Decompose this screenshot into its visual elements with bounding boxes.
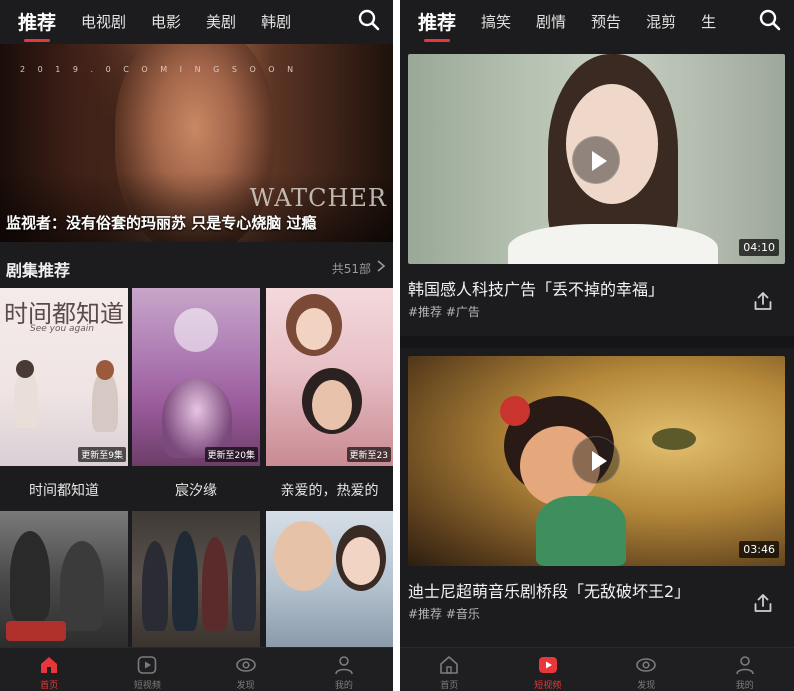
nav-discover[interactable]: 发现 xyxy=(197,648,295,691)
bottom-nav: 首页 短视频 发现 我的 xyxy=(400,647,794,691)
search-icon[interactable] xyxy=(758,8,782,32)
home-screen: 推荐 电视剧 电影 美剧 韩剧 2 0 1 9 . 0 C O M I N G … xyxy=(0,0,393,691)
series-poster[interactable]: 时间都知道 See you again 更新至9集 xyxy=(0,288,128,466)
poster-figure xyxy=(296,308,332,350)
hero-coming-soon-text: 2 0 1 9 . 0 C O M I N G S O O N xyxy=(20,65,299,74)
home-icon xyxy=(440,656,459,674)
hero-watcher-logo: WATCHER xyxy=(249,184,387,212)
tab-recommend[interactable]: 推荐 xyxy=(418,8,456,42)
nav-label: 我的 xyxy=(735,681,754,691)
nav-label: 短视频 xyxy=(534,681,562,691)
video-thumbnail-figure xyxy=(536,496,626,566)
poster-subtitle-art: See you again xyxy=(30,324,94,334)
series-poster[interactable]: 更新至20集 xyxy=(132,288,260,466)
poster-caption: 亲爱的，热爱的 xyxy=(280,483,379,499)
short-video-screen: 推荐 搞笑 剧情 预告 混剪 生 04:10 韩国感人科技广告「丢不掉的幸福」 … xyxy=(400,0,794,691)
nav-home[interactable]: 首页 xyxy=(0,648,98,691)
video-duration: 03:46 xyxy=(739,541,779,558)
poster-moon xyxy=(174,308,218,352)
poster-figure xyxy=(202,537,228,631)
screen-divider xyxy=(393,0,400,691)
poster-update-badge: 更新至9集 xyxy=(78,447,126,462)
poster-caption: 宸汐缘 xyxy=(175,483,217,499)
tab-movies[interactable]: 电影 xyxy=(151,11,181,32)
share-icon[interactable] xyxy=(752,290,774,312)
video-player[interactable]: 04:10 xyxy=(408,54,785,264)
tab-tv-series[interactable]: 电视剧 xyxy=(81,11,126,32)
nav-discover[interactable]: 发现 xyxy=(597,648,696,691)
video-thumbnail-figure xyxy=(500,396,530,426)
chevron-right-icon[interactable] xyxy=(375,259,387,273)
poster-figure xyxy=(312,380,352,430)
series-poster[interactable] xyxy=(132,511,260,647)
poster-figure xyxy=(10,531,50,621)
nav-short-video[interactable]: 短视频 xyxy=(98,648,196,691)
poster-figure xyxy=(142,541,168,631)
video-tags[interactable]: #推荐 #音乐 xyxy=(408,605,480,622)
series-poster[interactable]: 更新至23 xyxy=(266,288,393,466)
series-count-link[interactable]: 共51部 xyxy=(332,260,371,277)
play-button[interactable] xyxy=(572,436,620,484)
nav-short-video[interactable]: 短视频 xyxy=(499,648,598,691)
poster-update-badge: 更新至20集 xyxy=(204,447,258,462)
video-thumbnail-figure xyxy=(652,428,696,450)
nav-label: 首页 xyxy=(440,681,459,691)
series-section-header: 剧集推荐 共51部 xyxy=(0,248,393,286)
eye-icon xyxy=(636,658,657,672)
play-icon xyxy=(138,656,157,674)
hero-banner[interactable]: 2 0 1 9 . 0 C O M I N G S O O N WATCHER … xyxy=(0,44,393,242)
nav-label: 发现 xyxy=(236,681,255,691)
video-tags[interactable]: #推荐 #广告 xyxy=(408,303,480,320)
play-icon xyxy=(538,657,557,673)
share-icon[interactable] xyxy=(752,592,774,614)
poster-figure xyxy=(172,531,198,631)
top-nav: 推荐 搞笑 剧情 预告 混剪 生 xyxy=(400,0,794,42)
user-icon xyxy=(335,656,353,675)
video-player[interactable]: 03:46 xyxy=(408,356,785,566)
video-title[interactable]: 迪士尼超萌音乐剧桥段「无敌破坏王2」 xyxy=(408,578,690,602)
tab-us-series[interactable]: 美剧 xyxy=(206,11,236,32)
tab-funny[interactable]: 搞笑 xyxy=(481,11,511,32)
poster-figure xyxy=(342,537,380,585)
poster-caption: 时间都知道 xyxy=(29,483,99,499)
poster-figure xyxy=(232,535,256,631)
nav-home[interactable]: 首页 xyxy=(400,648,499,691)
search-icon[interactable] xyxy=(357,8,381,32)
series-section-title: 剧集推荐 xyxy=(6,261,71,280)
nav-profile[interactable]: 我的 xyxy=(295,648,393,691)
poster-update-badge: 更新至23 xyxy=(346,447,391,462)
hero-caption: 监视者：没有俗套的玛丽苏 只是专心烧脑 过瘾 xyxy=(6,214,317,232)
card-separator xyxy=(400,336,794,348)
poster-figure xyxy=(274,521,334,591)
tab-drama[interactable]: 剧情 xyxy=(536,11,566,32)
tab-life[interactable]: 生 xyxy=(701,11,716,32)
tab-trailers[interactable]: 预告 xyxy=(591,11,621,32)
top-nav: 推荐 电视剧 电影 美剧 韩剧 xyxy=(0,0,393,42)
tab-remix[interactable]: 混剪 xyxy=(646,11,676,32)
poster-figure xyxy=(60,541,104,631)
series-poster[interactable] xyxy=(266,511,393,647)
nav-label: 发现 xyxy=(637,681,656,691)
series-poster[interactable] xyxy=(0,511,128,647)
nav-label: 短视频 xyxy=(133,681,161,691)
video-thumbnail-figure xyxy=(508,224,718,264)
nav-label: 我的 xyxy=(334,681,353,691)
tab-recommend[interactable]: 推荐 xyxy=(18,8,56,42)
poster-figure xyxy=(96,360,114,380)
nav-label: 首页 xyxy=(40,681,59,691)
video-title[interactable]: 韩国感人科技广告「丢不掉的幸福」 xyxy=(408,276,664,300)
tab-korean-series[interactable]: 韩剧 xyxy=(261,11,291,32)
poster-figure xyxy=(16,360,34,378)
play-button[interactable] xyxy=(572,136,620,184)
video-duration: 04:10 xyxy=(739,239,779,256)
poster-title-art xyxy=(6,621,66,641)
user-icon xyxy=(735,656,754,675)
nav-profile[interactable]: 我的 xyxy=(696,648,794,691)
bottom-nav: 首页 短视频 发现 我的 xyxy=(0,647,393,691)
eye-icon xyxy=(235,658,256,672)
home-icon xyxy=(41,657,58,673)
poster-figure xyxy=(162,378,232,458)
